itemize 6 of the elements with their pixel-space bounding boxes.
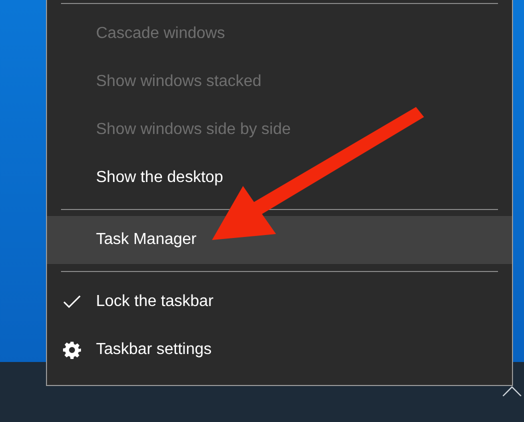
menu-item[interactable]: Show the desktop (47, 154, 512, 202)
gear-icon (63, 341, 81, 359)
menu-item[interactable]: Task Manager (47, 216, 512, 264)
menu-item[interactable]: Lock the taskbar (47, 278, 512, 326)
chevron-up-icon[interactable] (502, 386, 522, 397)
menu-item[interactable]: Taskbar settings (47, 326, 512, 374)
